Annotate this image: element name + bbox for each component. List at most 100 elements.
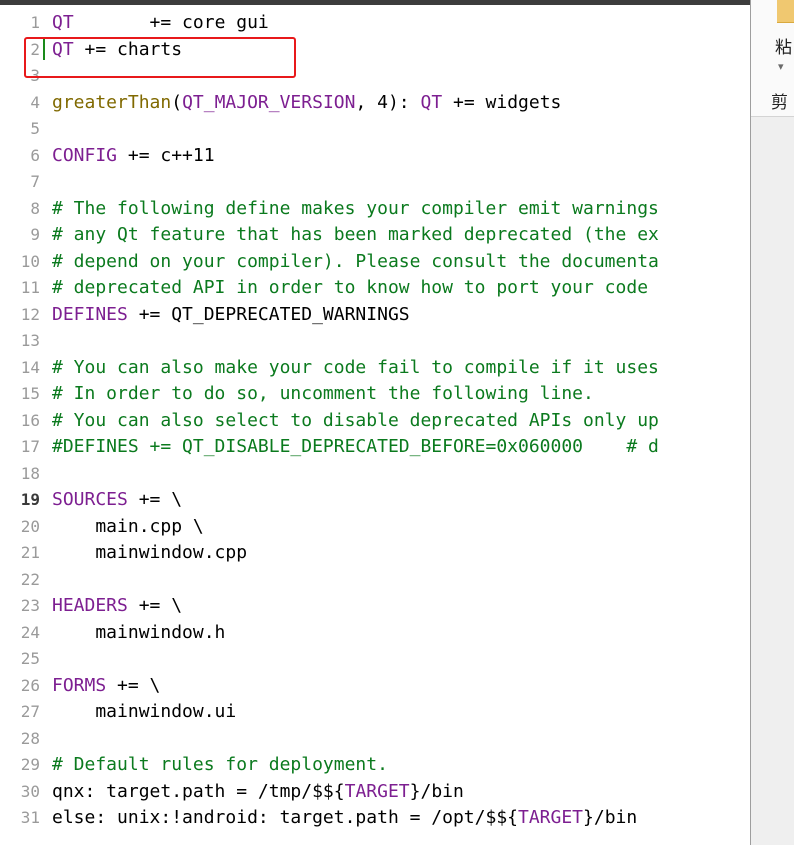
code-token: # In order to do so, uncomment the follo… (52, 383, 594, 404)
code-line[interactable]: 21 mainwindow.cpp (0, 540, 750, 566)
line-number: 30 (20, 781, 40, 801)
code-line[interactable]: 10 # depend on your compiler). Please con… (0, 249, 750, 275)
code-text: qnx: target.path = /tmp/$${TARGET}/bin (52, 779, 464, 805)
line-number: 18 (20, 463, 40, 483)
code-token: # Default rules for deployment. (52, 754, 388, 775)
code-text: QT += core gui (52, 10, 269, 36)
code-text: # The following define makes your compil… (52, 196, 659, 222)
code-text: mainwindow.cpp (52, 540, 247, 566)
line-number: 10 (20, 251, 40, 271)
code-text: greaterThan(QT_MAJOR_VERSION, 4): QT += … (52, 90, 561, 116)
code-line[interactable]: 5 (0, 116, 750, 142)
paste-label[interactable]: 粘 (775, 33, 792, 58)
code-token: # The following define makes your compil… (52, 197, 659, 219)
code-text: # deprecated API in order to know how to… (52, 275, 659, 301)
code-token: += widgets (442, 91, 562, 113)
cut-label[interactable]: 剪 (771, 88, 788, 113)
code-line[interactable]: 22 (0, 567, 750, 593)
code-line[interactable]: 18 (0, 461, 750, 487)
code-token: += \ (127, 595, 183, 616)
line-number: 4 (30, 92, 40, 112)
line-number: 27 (20, 702, 40, 721)
code-token: += QT_DEPRECATED_WARNINGS (127, 303, 410, 325)
code-line[interactable]: 8 # The following define makes your compi… (0, 196, 750, 222)
code-token: qnx: target.path = /tmp/$${ (52, 780, 345, 802)
highlight-box (24, 37, 296, 78)
code-line[interactable]: 17 #DEFINES += QT_DISABLE_DEPRECATED_BEFO… (0, 434, 750, 460)
code-text: #DEFINES += QT_DISABLE_DEPRECATED_BEFORE… (52, 434, 659, 460)
code-token: += \ (106, 674, 161, 696)
code-line[interactable]: 14 # You can also make your code fail to … (0, 355, 750, 381)
code-token: , 4): (355, 91, 421, 113)
code-line[interactable]: 12 DEFINES += QT_DEPRECATED_WARNINGS (0, 302, 750, 328)
line-number: 23 (20, 596, 40, 615)
code-text: # Default rules for deployment. (52, 752, 388, 778)
code-text: DEFINES += QT_DEPRECATED_WARNINGS (52, 302, 410, 328)
code-line[interactable]: 19 SOURCES += \ (0, 487, 750, 513)
code-line[interactable]: 31 else: unix:!android: target.path = /op… (0, 805, 750, 831)
code-line[interactable]: 28 (0, 726, 750, 752)
code-text: CONFIG += c++11 (52, 143, 215, 169)
code-token: # You can also select to disable depreca… (52, 409, 659, 431)
code-line[interactable]: 20 main.cpp \ (0, 514, 750, 540)
code-text: # You can also make your code fail to co… (52, 355, 659, 381)
code-line[interactable]: 29 # Default rules for deployment. (0, 752, 750, 778)
line-number: 16 (20, 410, 40, 430)
code-text: mainwindow.h (52, 620, 225, 646)
code-line[interactable]: 13 (0, 328, 750, 354)
code-token: FORMS (52, 674, 107, 696)
code-line[interactable]: 25 (0, 646, 750, 672)
code-line[interactable]: 30 qnx: target.path = /tmp/$${TARGET}/bin (0, 779, 750, 805)
code-token: DEFINES (52, 303, 128, 325)
code-line[interactable]: 16 # You can also select to disable depre… (0, 408, 750, 434)
code-token: QT (52, 12, 74, 33)
code-line[interactable]: 26 FORMS += \ (0, 673, 750, 699)
code-text: # In order to do so, uncomment the follo… (52, 381, 594, 407)
line-number: 25 (20, 649, 40, 668)
code-text: # any Qt feature that has been marked de… (52, 222, 659, 248)
code-token: else: unix:!android: target.path = /opt/… (52, 807, 518, 828)
code-text: # depend on your compiler). Please consu… (52, 249, 659, 275)
code-token: += core gui (73, 12, 269, 33)
code-token: HEADERS (52, 595, 128, 616)
code-line[interactable]: 24 mainwindow.h (0, 620, 750, 646)
line-number: 20 (20, 516, 40, 536)
code-token: #DEFINES += QT_DISABLE_DEPRECATED_BEFORE… (52, 436, 659, 457)
line-number: 8 (30, 198, 40, 218)
line-number: 26 (20, 675, 40, 695)
code-token: greaterThan (52, 91, 172, 113)
code-token: QT (420, 91, 443, 113)
code-line[interactable]: 6 CONFIG += c++11 (0, 143, 750, 169)
code-line[interactable]: 23 HEADERS += \ (0, 593, 750, 619)
code-text: HEADERS += \ (52, 593, 182, 619)
line-number: 11 (20, 278, 40, 297)
code-line[interactable]: 1 QT += core gui (0, 10, 750, 36)
code-token: main.cpp \ (52, 515, 204, 537)
code-line[interactable]: 9 # any Qt feature that has been marked d… (0, 222, 750, 248)
code-token: mainwindow.h (52, 621, 226, 643)
code-line[interactable]: 7 (0, 169, 750, 195)
line-number: 19 (20, 490, 40, 509)
code-line[interactable]: 11 # deprecated API in order to know how … (0, 275, 750, 301)
code-text: # You can also select to disable depreca… (52, 408, 659, 434)
code-line[interactable]: 15 # In order to do so, uncomment the fol… (0, 381, 750, 407)
line-number: 17 (20, 437, 40, 456)
line-number: 1 (30, 13, 40, 32)
code-token: TARGET (344, 780, 410, 802)
line-number: 29 (20, 755, 40, 774)
line-number: 31 (20, 808, 40, 827)
code-token: CONFIG (52, 144, 118, 166)
code-token: QT_MAJOR_VERSION (182, 91, 356, 113)
code-text: FORMS += \ (52, 673, 160, 699)
code-token: }/bin (583, 807, 638, 828)
line-number: 28 (20, 728, 40, 748)
code-text: SOURCES += \ (52, 487, 182, 513)
code-line[interactable]: 27 mainwindow.ui (0, 699, 750, 725)
code-editor[interactable]: 1 QT += core gui 2 QT += charts 3 4 greaterTha… (0, 5, 750, 845)
code-token: }/bin (409, 780, 464, 802)
folder-icon[interactable] (777, 0, 794, 23)
code-line[interactable]: 4 greaterThan(QT_MAJOR_VERSION, 4): QT +=… (0, 90, 750, 116)
line-number: 15 (20, 384, 40, 403)
chevron-down-icon[interactable]: ▾ (778, 60, 786, 76)
code-token: ( (171, 91, 183, 113)
